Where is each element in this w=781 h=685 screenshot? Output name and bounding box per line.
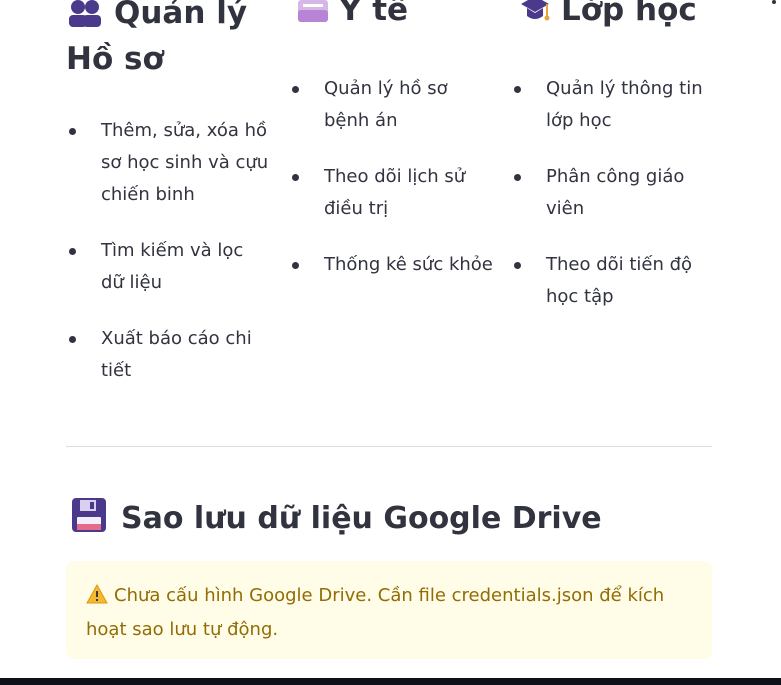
list-item-text: Theo dõi lịch sử điều trị bbox=[324, 166, 466, 219]
warning-icon bbox=[86, 583, 108, 614]
bullet bbox=[292, 86, 299, 93]
feature-list: Quản lý hồ sơ bệnh án Theo dõi lịch sử đ… bbox=[289, 73, 494, 305]
column-heading: Quản lý Hồ sơ bbox=[66, 0, 271, 80]
feature-list: Quản lý thông tin lớp học Phân công giáo… bbox=[511, 73, 716, 337]
list-item: Theo dõi lịch sử điều trị bbox=[289, 161, 494, 225]
warning-alert: Chưa cấu hình Google Drive. Cần file cre… bbox=[66, 561, 712, 659]
column-heading: Lớp học bbox=[519, 0, 697, 35]
list-item: Thống kê sức khỏe bbox=[289, 249, 494, 281]
list-item-text: Thêm, sửa, xóa hồ sơ học sinh và cựu chi… bbox=[101, 120, 269, 205]
list-item: Tìm kiếm và lọc dữ liệu bbox=[66, 235, 271, 299]
list-item-text: Quản lý thông tin lớp học bbox=[546, 78, 703, 131]
bullet bbox=[514, 262, 521, 269]
bullet bbox=[292, 262, 299, 269]
menu-dot[interactable] bbox=[772, 0, 776, 4]
list-item-text: Xuất báo cáo chi tiết bbox=[101, 328, 252, 381]
bullet bbox=[69, 336, 76, 343]
list-item-text: Thống kê sức khỏe bbox=[324, 254, 493, 275]
list-item-text: Theo dõi tiến độ học tập bbox=[546, 254, 693, 307]
list-item-text: Tìm kiếm và lọc dữ liệu bbox=[101, 240, 244, 293]
backup-title: Sao lưu dữ liệu Google Drive bbox=[121, 501, 602, 536]
list-item-text: Phân công giáo viên bbox=[546, 166, 685, 219]
bullet bbox=[292, 174, 299, 181]
card-file-icon bbox=[297, 0, 329, 35]
feature-column-records: Quản lý Hồ sơ Thêm, sửa, xóa hồ sơ học s… bbox=[66, 0, 271, 381]
feature-list: Thêm, sửa, xóa hồ sơ học sinh và cựu chi… bbox=[66, 115, 271, 411]
column-heading: Y tế bbox=[297, 0, 408, 35]
column-title: Lớp học bbox=[561, 0, 697, 28]
floppy-disk-icon bbox=[71, 497, 107, 546]
bullet bbox=[69, 248, 76, 255]
bullet bbox=[514, 86, 521, 93]
list-item-text: Quản lý hồ sơ bệnh án bbox=[324, 78, 448, 131]
divider bbox=[66, 446, 712, 447]
bullet bbox=[514, 174, 521, 181]
list-item: Quản lý hồ sơ bệnh án bbox=[289, 73, 494, 137]
people-icon bbox=[66, 0, 104, 38]
bottom-bar bbox=[0, 678, 781, 685]
list-item: Thêm, sửa, xóa hồ sơ học sinh và cựu chi… bbox=[66, 115, 271, 211]
list-item: Theo dõi tiến độ học tập bbox=[511, 249, 716, 313]
alert-text: Chưa cấu hình Google Drive. Cần file cre… bbox=[86, 585, 665, 640]
graduation-cap-icon bbox=[519, 0, 551, 35]
list-item: Quản lý thông tin lớp học bbox=[511, 73, 716, 137]
list-item: Xuất báo cáo chi tiết bbox=[66, 323, 271, 387]
backup-heading: Sao lưu dữ liệu Google Drive bbox=[71, 497, 602, 546]
column-title: Y tế bbox=[339, 0, 409, 28]
bullet bbox=[69, 128, 76, 135]
list-item: Phân công giáo viên bbox=[511, 161, 716, 225]
